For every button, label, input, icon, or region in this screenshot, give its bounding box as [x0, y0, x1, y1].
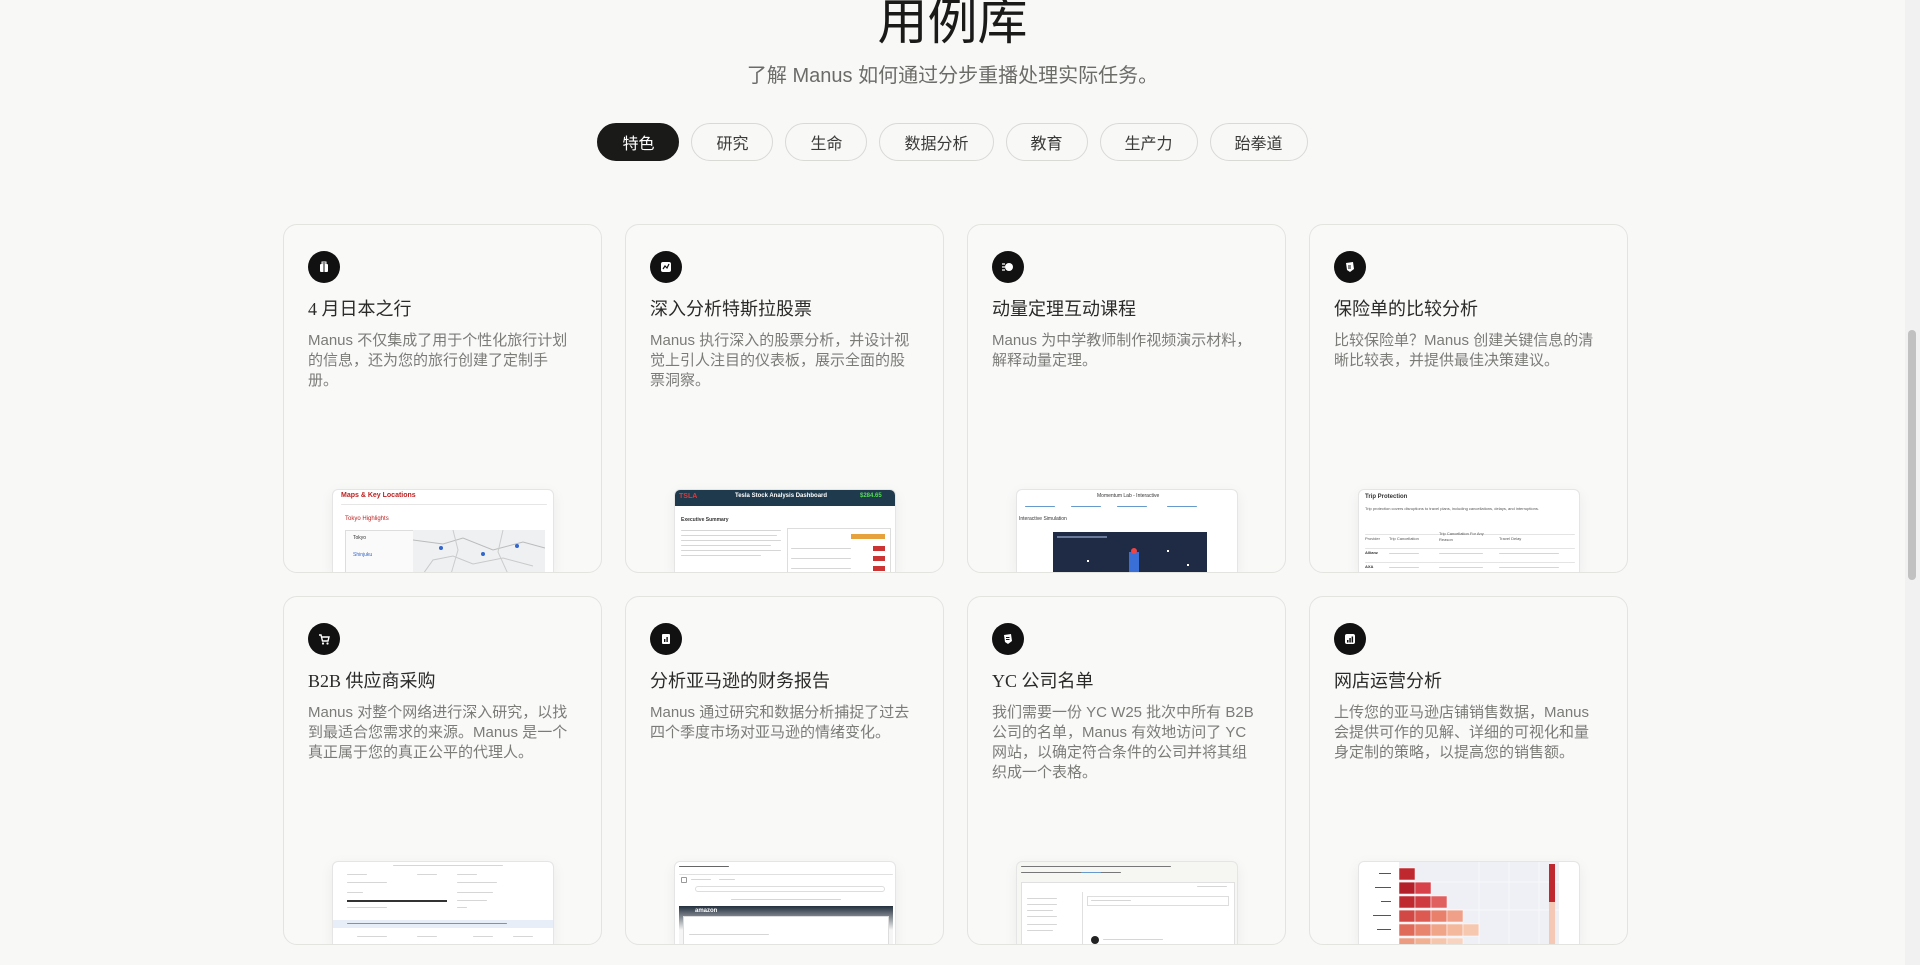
- preview-heading: Trip Protection: [1365, 494, 1408, 500]
- card-preview: [1016, 861, 1238, 944]
- preview-heading: Momentum Lab - Interactive: [1097, 493, 1160, 499]
- category-tabs: 特色 研究 生命 数据分析 教育 生产力 跆拳道: [0, 123, 1905, 161]
- tab-taekwondo[interactable]: 跆拳道: [1209, 123, 1308, 161]
- page: 用例库 了解 Manus 如何通过分步重播处理实际任务。 特色 研究 生命 数据…: [0, 0, 1905, 965]
- card-preview: Momentum Lab - Interactive Interactive S…: [1016, 489, 1238, 572]
- card-description: Manus 对整个网络进行深入研究，以找到最适合您需求的来源。Manus 是一个…: [308, 704, 568, 761]
- card-preview: Trip Protection Trip protection covers d…: [1358, 489, 1580, 572]
- tab-productivity[interactable]: 生产力: [1099, 123, 1198, 161]
- card-title: 深入分析特斯拉股票: [650, 299, 812, 319]
- card-title: YC 公司名单: [992, 671, 1094, 691]
- chart-icon: [1334, 623, 1366, 655]
- use-case-card-momentum-course[interactable]: 动量定理互动课程 Manus 为中学教师制作视频演示材料，解释动量定理。 Mom…: [967, 224, 1286, 573]
- preview-col: Travel Delay: [1499, 536, 1522, 541]
- card-preview: Maps & Key Locations Tokyo Highlights To…: [332, 489, 554, 572]
- preview-heading: Maps & Key Locations: [341, 492, 416, 499]
- report-icon: [650, 623, 682, 655]
- card-description: Manus 不仅集成了用于个性化旅行计划的信息，还为您的旅行创建了定制手册。: [308, 332, 568, 389]
- page-title: 用例库: [877, 0, 1028, 50]
- card-preview: TSLA Tesla Stock Analysis Dashboard $284…: [674, 489, 896, 572]
- tab-featured[interactable]: 特色: [597, 123, 680, 161]
- preview-row: Allianz: [1365, 550, 1378, 555]
- travel-icon: [308, 251, 340, 283]
- preview-label: Tokyo: [353, 535, 367, 541]
- preview-col: Trip Cancellation: [1389, 536, 1419, 541]
- scrollbar-thumb[interactable]: [1908, 330, 1916, 580]
- use-case-card-insurance-compare[interactable]: 保险单的比较分析 比较保险单？Manus 创建关键信息的清晰比较表，并提供最佳决…: [1309, 224, 1628, 573]
- preview-ticker: TSLA: [679, 493, 698, 500]
- list-icon: [992, 623, 1024, 655]
- preview-row: AXA: [1365, 564, 1374, 569]
- preview-heading: Tesla Stock Analysis Dashboard: [735, 493, 828, 499]
- card-description: Manus 执行深入的股票分析，并设计视觉上引人注目的仪表板，展示全面的股票洞察…: [650, 332, 910, 389]
- heatmap-thumbnail: [1373, 862, 1559, 944]
- use-case-card-japan-trip[interactable]: 4 月日本之行 Manus 不仅集成了用于个性化旅行计划的信息，还为您的旅行创建…: [283, 224, 602, 573]
- card-description: Manus 通过研究和数据分析捕捉了过去四个季度市场对亚马逊的情绪变化。: [650, 704, 910, 741]
- physics-icon: [992, 251, 1024, 283]
- preview-col: Trip Cancellation For Any Reason: [1439, 531, 1484, 542]
- preview-label: Shinjuku: [353, 552, 373, 558]
- cart-icon: [308, 623, 340, 655]
- preview-subheading: Tokyo Highlights: [345, 516, 389, 522]
- card-preview: amazon: [674, 861, 896, 944]
- use-case-card-tesla-stock[interactable]: 深入分析特斯拉股票 Manus 执行深入的股票分析，并设计视觉上引人注目的仪表板…: [625, 224, 944, 573]
- use-case-card-b2b-sourcing[interactable]: B2B 供应商采购 Manus 对整个网络进行深入研究，以找到最适合您需求的来源…: [283, 596, 602, 945]
- page-subtitle: 了解 Manus 如何通过分步重播处理实际任务。: [746, 65, 1159, 87]
- preview-section: Executive Summary: [681, 517, 729, 523]
- tab-research[interactable]: 研究: [691, 123, 774, 161]
- card-description: 比较保险单？Manus 创建关键信息的清晰比较表，并提供最佳决策建议。: [1334, 332, 1594, 369]
- tab-life[interactable]: 生命: [785, 123, 868, 161]
- stock-icon: [650, 251, 682, 283]
- scrollbar[interactable]: [1905, 0, 1920, 965]
- card-title: 4 月日本之行: [308, 299, 412, 319]
- card-description: Manus 为中学教师制作视频演示材料，解释动量定理。: [992, 332, 1252, 369]
- card-title: B2B 供应商采购: [308, 671, 436, 691]
- card-description: 上传您的亚马逊店铺销售数据，Manus 会提供可作的见解、详细的可视化和量身定制…: [1334, 704, 1590, 761]
- card-title: 分析亚马逊的财务报告: [650, 671, 830, 691]
- use-case-card-amazon-financials[interactable]: 分析亚马逊的财务报告 Manus 通过研究和数据分析捕捉了过去四个季度市场对亚马…: [625, 596, 944, 945]
- card-title: 网店运营分析: [1334, 671, 1442, 691]
- use-case-card-store-analysis[interactable]: 网店运营分析 上传您的亚马逊店铺销售数据，Manus 会提供可作的见解、详细的可…: [1309, 596, 1628, 945]
- use-case-card-yc-companies[interactable]: YC 公司名单 我们需要一份 YC W25 批次中所有 B2B 公司的名单，Ma…: [967, 596, 1286, 945]
- card-preview: [1358, 861, 1580, 944]
- preview-subheading: Interactive Simulation: [1019, 516, 1067, 522]
- card-title: 动量定理互动课程: [992, 299, 1136, 319]
- preview-description: Trip protection covers disruptions to tr…: [1365, 506, 1539, 511]
- tab-education[interactable]: 教育: [1005, 123, 1088, 161]
- preview-brand: amazon: [695, 908, 718, 914]
- card-preview: [332, 861, 554, 944]
- preview-price: $284.65: [860, 493, 882, 499]
- tab-data-analysis[interactable]: 数据分析: [879, 123, 994, 161]
- preview-col: Provider: [1365, 536, 1380, 541]
- use-case-grid: 4 月日本之行 Manus 不仅集成了用于个性化旅行计划的信息，还为您的旅行创建…: [283, 224, 1628, 945]
- card-title: 保险单的比较分析: [1334, 299, 1478, 319]
- card-description: 我们需要一份 YC W25 批次中所有 B2B 公司的名单，Manus 有效地访…: [992, 704, 1254, 781]
- insurance-icon: [1334, 251, 1366, 283]
- map-thumbnail: [413, 530, 545, 572]
